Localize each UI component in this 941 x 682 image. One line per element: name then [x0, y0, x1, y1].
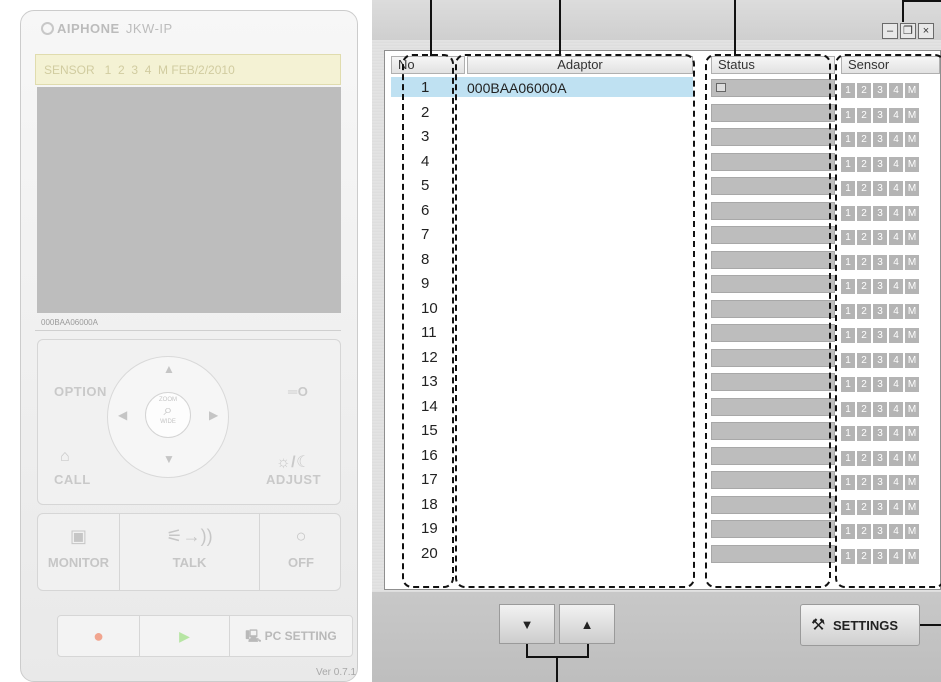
talk-icon: ⚟→)) — [166, 526, 213, 546]
restore-button[interactable]: ❐ — [900, 23, 916, 39]
down-arrow-icon[interactable]: ▼ — [163, 452, 175, 466]
left-arrow-icon[interactable]: ◀ — [118, 408, 127, 422]
record-icon: ● — [93, 626, 104, 646]
callout-line-status — [734, 0, 736, 56]
settings-icon: ⚒ — [811, 617, 826, 634]
status-column-highlight — [705, 54, 831, 588]
brand-logo: AIPHONE JKW-IP — [41, 21, 173, 36]
talk-label: TALK — [172, 555, 207, 570]
callout-line-adaptor — [559, 0, 561, 56]
adjust-button[interactable]: ADJUST — [266, 472, 321, 487]
callout-line-no — [430, 0, 432, 56]
zoom-button[interactable]: ZOOM ⌕ WIDE — [145, 392, 191, 438]
intercom-station-panel: AIPHONE JKW-IP SENSOR 1 2 3 4 M FEB/2/20… — [20, 10, 358, 682]
option-button[interactable]: OPTION — [54, 384, 107, 399]
call-icon: ⌂ — [60, 448, 71, 465]
monitor-icon: ▣ — [69, 526, 87, 546]
no-column-highlight — [402, 54, 454, 588]
monitor-talk-off-row: ▣ MONITOR ⚟→)) TALK ○ OFF — [37, 513, 341, 591]
off-icon: ○ — [295, 526, 307, 546]
play-icon: ▶ — [179, 628, 190, 644]
off-label: OFF — [288, 555, 314, 570]
sensor-info-bar: SENSOR 1 2 3 4 M FEB/2/2010 — [35, 54, 341, 85]
video-screen — [37, 87, 341, 313]
minimize-button[interactable]: – — [882, 23, 898, 39]
title-bar: – ❐ × — [372, 0, 941, 40]
callout-line-settings — [920, 624, 941, 626]
magnifier-icon: ⌕ — [163, 402, 173, 419]
scroll-down-button[interactable]: ▼ — [499, 604, 555, 644]
call-button[interactable]: CALL — [54, 472, 91, 487]
record-button[interactable]: ● — [58, 616, 140, 656]
pc-setting-button[interactable]: 🖳 PC SETTING — [230, 616, 352, 656]
playback-bar: ● ▶ 🖳 PC SETTING — [57, 615, 353, 657]
pc-icon: 🖳 — [245, 629, 262, 643]
callout-line-nav-left — [526, 644, 528, 656]
callout-line-window — [902, 0, 904, 22]
divider — [35, 330, 341, 331]
monitor-button[interactable]: ▣ MONITOR — [38, 514, 120, 590]
settings-button[interactable]: ⚒ SETTINGS — [800, 604, 920, 646]
wide-label: WIDE — [160, 419, 176, 425]
adaptor-column-highlight — [455, 54, 695, 588]
up-arrow-icon[interactable]: ▲ — [163, 362, 175, 376]
talk-button[interactable]: ⚟→)) TALK — [120, 514, 260, 590]
brand-name: AIPHONE — [57, 21, 120, 36]
scroll-up-button[interactable]: ▲ — [559, 604, 615, 644]
version-label: Ver 0.7.1 — [316, 667, 357, 678]
door-key-button[interactable]: ═O — [288, 384, 308, 399]
close-button[interactable]: × — [918, 23, 934, 39]
right-arrow-icon[interactable]: ▶ — [209, 408, 218, 422]
adjust-icon: ☼/☾ — [276, 454, 311, 471]
callout-line-nav-down — [556, 656, 558, 682]
aiphone-logo-icon — [41, 22, 54, 35]
settings-label: SETTINGS — [833, 618, 899, 633]
play-button[interactable]: ▶ — [140, 616, 230, 656]
pc-setting-label: PC SETTING — [264, 629, 337, 643]
callout-line-nav-right — [587, 644, 589, 656]
model-name: JKW-IP — [125, 21, 173, 36]
callout-line-window-h — [902, 0, 941, 2]
screen-adaptor-id: 000BAA06000A — [41, 318, 98, 327]
sensor-column-highlight — [835, 54, 941, 588]
off-button[interactable]: ○ OFF — [260, 514, 342, 590]
monitor-label: MONITOR — [47, 555, 110, 570]
adaptor-window: – ❐ × No Adaptor Status Sensor 1 000BAA06… — [372, 0, 941, 682]
